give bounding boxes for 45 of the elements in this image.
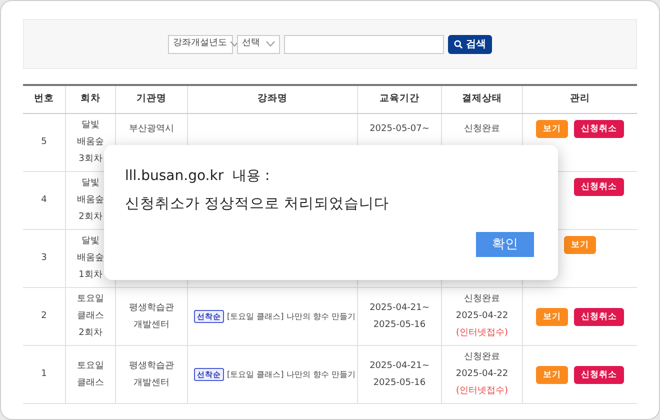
search-field[interactable] — [284, 34, 444, 54]
session-text: 달빛 배움숲 1회차 — [77, 235, 104, 282]
column-header: 교육기간 — [357, 86, 441, 113]
column-header: 번호 — [33, 92, 55, 106]
select-dropdown[interactable]: 선택 — [237, 34, 280, 54]
view-button[interactable]: 보기 — [564, 236, 596, 254]
row-number: 3 — [41, 252, 47, 265]
column-header: 관리 — [522, 86, 637, 113]
session-text: 달빛 배움숲 3회차 — [77, 119, 104, 166]
view-button[interactable]: 보기 — [536, 366, 568, 384]
chevron-icon — [230, 41, 239, 47]
dialog-message: 신청취소가 정상적으로 처리되었습니다 — [125, 195, 390, 214]
row-number: 5 — [41, 136, 47, 149]
session-text: 달빛 배움숲 2회차 — [77, 177, 104, 224]
column-header: 강좌명 — [187, 86, 357, 113]
column-header: 기관명 — [115, 86, 187, 113]
search-button[interactable]: 검색 — [448, 34, 492, 54]
organization-text: 부산광역시 — [129, 123, 174, 136]
column-header: 결제상태 — [441, 86, 522, 113]
view-button[interactable]: 보기 — [536, 308, 568, 326]
status-text: 신청완료 — [464, 123, 500, 136]
session-text: 토요일 클래스 — [77, 360, 104, 390]
period-text: 2025-04-21~ 2025-05-16 — [370, 302, 430, 332]
confirm-button[interactable]: 확인 — [476, 232, 534, 257]
row-number: 4 — [41, 194, 47, 207]
row-number: 1 — [41, 368, 47, 381]
view-button[interactable]: 보기 — [536, 120, 568, 138]
cancel-button[interactable]: 신청취소 — [574, 308, 624, 326]
chevron-icon — [266, 41, 275, 47]
course-link[interactable]: [토요일 클래스] 나만의 향수 만들기 — [227, 308, 356, 325]
session-text: 토요일 클래스 2회차 — [77, 293, 104, 340]
search-icon — [454, 40, 463, 48]
dialog-title: lll.busan.go.kr 내용 : — [125, 167, 270, 186]
cancel-button[interactable]: 신청취소 — [574, 120, 624, 138]
period-text: 2025-04-21~ 2025-05-16 — [370, 360, 430, 390]
status-text: 신청완료 2025-04-22 (인터넷접수) — [456, 351, 508, 398]
organization-text: 평생학습관 개발센터 — [129, 302, 174, 332]
course-link[interactable]: [토요일 클래스] 나만의 향수 만들기 — [227, 366, 356, 383]
cancel-button[interactable]: 신청취소 — [574, 366, 624, 384]
column-header: 회차 — [65, 86, 115, 113]
cancel-button[interactable]: 신청취소 — [574, 178, 624, 196]
row-number: 2 — [41, 310, 47, 323]
organization-text: 평생학습관 개발센터 — [129, 360, 174, 390]
status-text: 신청완료 2025-04-22 (인터넷접수) — [456, 293, 508, 340]
period-text: 2025-05-07~ — [370, 123, 430, 136]
